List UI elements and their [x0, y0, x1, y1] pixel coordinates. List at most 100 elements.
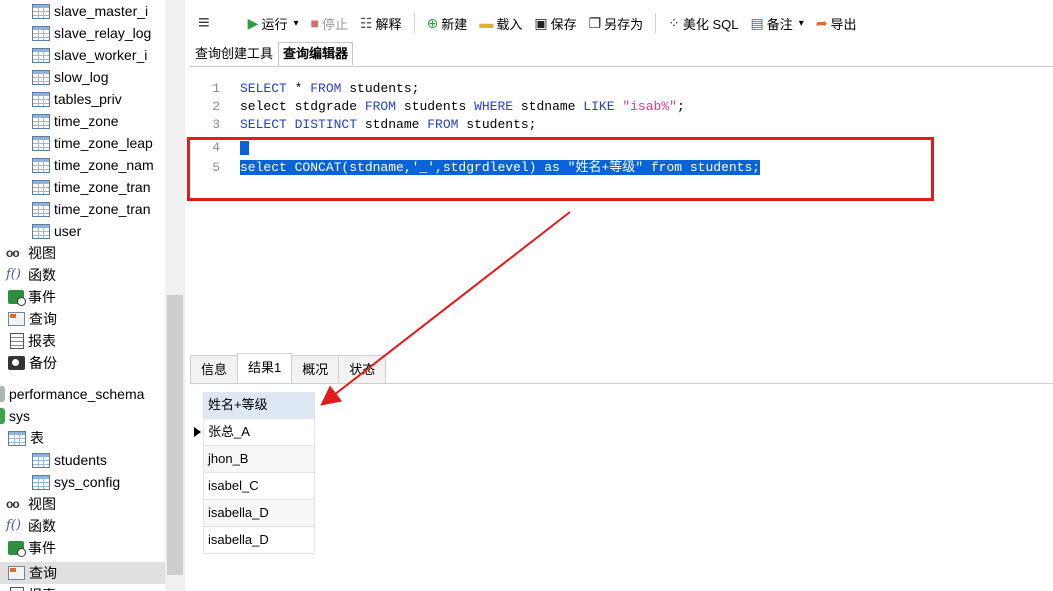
table-icon [32, 69, 50, 85]
tab-result-1[interactable]: 结果1 [237, 353, 293, 384]
new-label: 新建 [441, 16, 468, 32]
column-header[interactable]: 姓名+等级 [203, 392, 315, 419]
tree-table-time-zone-leap[interactable]: time_zone_leap [32, 132, 153, 154]
tree-table-time-zone-tran-2[interactable]: time_zone_tran [32, 198, 151, 220]
tab-query-editor[interactable]: 查询编辑器 [278, 42, 354, 66]
table-cell[interactable]: isabella_D [208, 505, 269, 520]
tree-item-label: 视图 [28, 496, 56, 512]
export-button[interactable]: ➦ 导出 [816, 14, 857, 33]
table-row[interactable]: 张总_A [194, 419, 315, 446]
tree-functions[interactable]: f() 函数 [6, 264, 56, 286]
tree-item-label: time_zone_tran [54, 179, 151, 195]
table-icon [32, 113, 50, 129]
database-icon [0, 386, 5, 402]
table-row[interactable]: jhon_B [203, 446, 315, 473]
save-as-button[interactable]: ❐ 另存为 [589, 14, 644, 33]
tree-table-time-zone-name[interactable]: time_zone_nam [32, 154, 154, 176]
load-button[interactable]: ▬ 载入 [479, 14, 522, 33]
tree-item-label: 函数 [28, 518, 56, 534]
tab-info[interactable]: 信息 [190, 355, 239, 384]
sql-keyword: FROM [364, 99, 397, 114]
tree-item-label: tables_priv [54, 91, 122, 107]
sql-text: select stdgrade [240, 99, 365, 114]
function-icon: f() [6, 267, 21, 282]
explain-button[interactable]: ☷ 解释 [360, 14, 402, 33]
table-row[interactable]: isabella_D [203, 527, 315, 554]
table-cell[interactable]: 张总_A [208, 424, 250, 439]
new-button[interactable]: ⊕ 新建 [427, 14, 468, 33]
tree-events-2[interactable]: 事件 [8, 537, 56, 559]
tree-table-sys-config[interactable]: sys_config [32, 471, 120, 493]
tree-views-2[interactable]: oo 视图 [6, 493, 56, 515]
view-icon: oo [6, 246, 20, 260]
save-button[interactable]: ▣ 保存 [534, 14, 576, 33]
tree-table-slave-master[interactable]: slave_master_i [32, 0, 148, 22]
report-icon [10, 587, 24, 591]
tree-item-label: 事件 [28, 289, 56, 305]
table-cell[interactable]: jhon_B [208, 451, 248, 466]
tree-db-sys[interactable]: sys [0, 405, 30, 427]
tree-tables-folder[interactable]: 表 [8, 427, 44, 449]
tree-table-time-zone-tran-1[interactable]: time_zone_tran [32, 176, 151, 198]
sql-keyword: FROM [310, 81, 342, 96]
tree-table-slave-worker[interactable]: slave_worker_i [32, 44, 147, 66]
tree-queries[interactable]: 查询 [8, 308, 57, 330]
tree-table-tables-priv[interactable]: tables_priv [32, 88, 122, 110]
tab-status[interactable]: 状态 [338, 355, 387, 384]
tree-item-label: time_zone_tran [54, 201, 151, 217]
sidebar-scrollbar-thumb[interactable] [167, 295, 183, 575]
sql-text: * [286, 81, 311, 96]
table-icon [32, 47, 50, 63]
stop-button[interactable]: ■ 停止 [311, 14, 348, 33]
tree-item-label: performance_schema [9, 386, 145, 402]
table-icon [32, 179, 50, 195]
tree-queries-2[interactable]: 查询 [0, 562, 165, 584]
toolbar-divider [655, 13, 657, 33]
tree-backups[interactable]: 备份 [8, 352, 57, 374]
tree-item-label: slow_log [54, 69, 109, 85]
event-icon [8, 290, 26, 306]
play-icon: ▶ [247, 14, 259, 31]
code-line-1: 1 SELECT * FROM students; [190, 80, 419, 98]
folder-icon: ▬ [479, 15, 494, 31]
tree-table-slow-log[interactable]: slow_log [32, 66, 108, 88]
table-row[interactable]: isabel_C [203, 473, 315, 500]
table-cell[interactable]: isabel_C [208, 478, 259, 493]
tree-events[interactable]: 事件 [8, 286, 56, 308]
event-icon [8, 541, 26, 557]
tab-overview[interactable]: 概况 [291, 355, 340, 384]
beautify-sql-button[interactable]: ⁘ 美化 SQL [668, 14, 738, 33]
result-grid[interactable]: 姓名+等级 张总_A jhon_B isabel_C isabella_D is… [194, 392, 315, 554]
database-icon [0, 408, 5, 424]
navigation-tree[interactable]: slave_master_i slave_relay_log slave_wor… [0, 0, 185, 591]
line-number: 3 [212, 117, 220, 132]
tree-db-performance-schema[interactable]: performance_schema [0, 383, 144, 405]
code-line-3: 3 SELECT DISTINCT stdname FROM students; [190, 116, 536, 134]
comment-button[interactable]: ▤ 备注 ▾ [751, 14, 804, 33]
tree-item-label: 表 [30, 430, 44, 446]
table-row[interactable]: isabella_D [203, 500, 315, 527]
tree-reports-2[interactable]: 报表 [10, 584, 56, 591]
table-cell[interactable]: isabella_D [208, 532, 269, 547]
explain-label: 解释 [375, 16, 402, 32]
stop-label: 停止 [321, 16, 348, 32]
sql-text: stdname [513, 99, 584, 114]
tree-table-slave-relay-log[interactable]: slave_relay_log [32, 22, 151, 44]
tree-table-time-zone[interactable]: time_zone [32, 110, 119, 132]
run-button[interactable]: ▶ 运行 ▾ [248, 14, 299, 33]
sql-text: students [396, 99, 475, 114]
new-query-icon: ⊕ [426, 14, 439, 31]
tree-item-label: sys_config [54, 474, 121, 490]
menu-icon[interactable]: ≡ [198, 12, 210, 35]
chevron-down-icon[interactable]: ▾ [293, 18, 298, 29]
tree-table-students[interactable]: students [32, 449, 107, 471]
tree-reports[interactable]: 报表 [10, 330, 56, 352]
tree-functions-2[interactable]: f() 函数 [6, 515, 56, 537]
tree-table-user[interactable]: user [32, 220, 81, 242]
tree-item-label: 查询 [29, 311, 57, 327]
sql-editor[interactable]: 1 SELECT * FROM students; 2 select stdgrad… [190, 77, 1053, 349]
chevron-down-icon[interactable]: ▾ [799, 18, 804, 29]
table-icon [32, 91, 50, 107]
tree-views[interactable]: oo 视图 [6, 242, 56, 264]
tab-query-builder[interactable]: 查询创建工具 [190, 42, 278, 66]
